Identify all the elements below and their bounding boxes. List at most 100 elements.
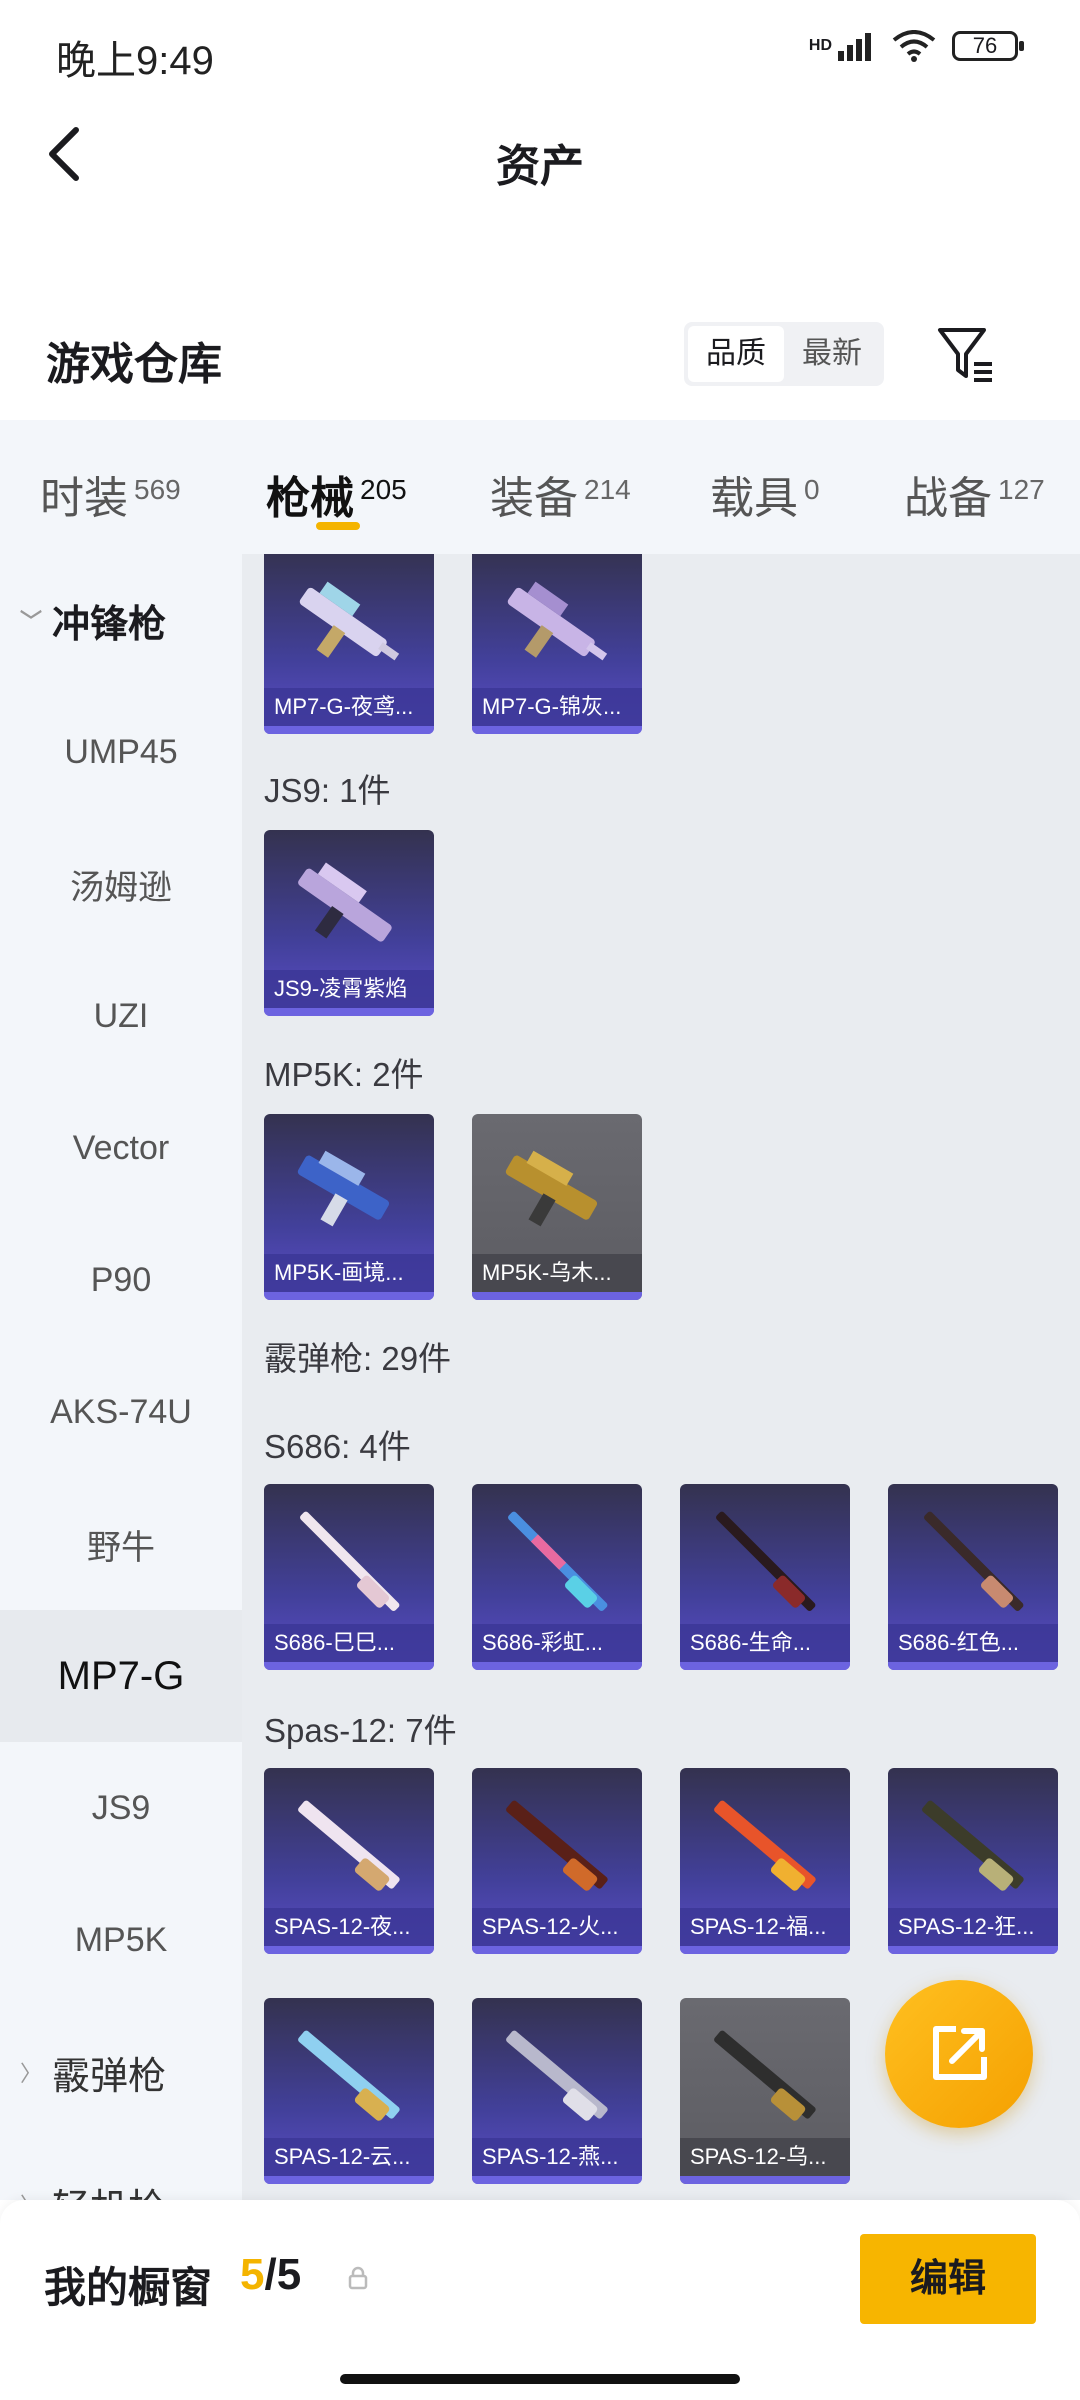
sort-quality-button[interactable]: 品质: [688, 326, 784, 382]
item-card-label: MP7-G-夜鸢...: [264, 688, 434, 726]
sidebar-item-mp5k[interactable]: MP5K: [0, 1874, 242, 2006]
showcase-count: 5/5: [240, 2250, 301, 2300]
sidebar-item-aks74u[interactable]: AKS-74U: [0, 1346, 242, 1478]
category-tabs: 时装 569 枪械 205 装备 214 载具 0 战备 127: [0, 420, 1080, 554]
lock-icon: [348, 2266, 368, 2290]
showcase-current: 5: [240, 2250, 265, 2299]
item-card-label: MP5K-画境...: [264, 1254, 434, 1292]
weapon-shotgun-icon: [298, 1800, 400, 1891]
item-card[interactable]: S686-巳巳...: [264, 1484, 434, 1670]
item-card[interactable]: S686-生命...: [680, 1484, 850, 1670]
weapon-shotgun-icon: [508, 1511, 608, 1611]
item-card[interactable]: MP5K-乌木...: [472, 1114, 642, 1300]
tab-fashion[interactable]: 时装 569: [40, 462, 181, 526]
edit-button[interactable]: 编辑: [860, 2234, 1036, 2324]
item-card[interactable]: SPAS-12-火...: [472, 1768, 642, 1954]
item-card[interactable]: SPAS-12-福...: [680, 1768, 850, 1954]
item-card-label: S686-巳巳...: [264, 1624, 434, 1662]
weapon-smg-icon: [507, 581, 608, 661]
weapon-shotgun-icon: [506, 1800, 608, 1891]
tab-equipment[interactable]: 装备 214: [490, 462, 631, 526]
status-icons: HD 76: [809, 30, 1024, 62]
tab-combat-gear[interactable]: 战备 127: [904, 462, 1045, 526]
item-card[interactable]: SPAS-12-乌...: [680, 1998, 850, 2184]
tab-label: 载具: [710, 474, 798, 523]
sidebar-item-bizon[interactable]: 野牛: [0, 1478, 242, 1610]
item-card[interactable]: SPAS-12-云...: [264, 1998, 434, 2184]
status-bar: 晚上9:49 HD 76: [0, 0, 1080, 100]
item-card-label: MP7-G-锦灰...: [472, 688, 642, 726]
item-card[interactable]: MP7-G-锦灰...: [472, 554, 642, 734]
sidebar-item-p90[interactable]: P90: [0, 1214, 242, 1346]
weapon-shotgun-icon: [922, 1800, 1024, 1891]
weapon-shotgun-icon: [298, 2030, 400, 2121]
showcase-title: 我的橱窗: [44, 2264, 213, 2311]
sidebar-group-smg[interactable]: ﹀ 冲锋枪: [0, 554, 242, 686]
chevron-right-icon: 〉: [20, 2188, 52, 2200]
tab-count: 214: [584, 474, 631, 505]
item-card-label: SPAS-12-福...: [680, 1908, 850, 1946]
share-fab-button[interactable]: [885, 1980, 1033, 2128]
tab-count: 127: [998, 474, 1045, 505]
tab-label: 战备: [904, 474, 992, 523]
section-heading-shotgun: 霰弹枪: 29件: [264, 1340, 452, 1377]
item-card[interactable]: S686-红色...: [888, 1484, 1058, 1670]
weapon-sidebar: ﹀ 冲锋枪 UMP45 汤姆逊 UZI Vector P90 AKS-74U 野牛…: [0, 554, 242, 2200]
active-tab-indicator: [316, 522, 360, 530]
weapon-smg-icon: [297, 1150, 390, 1227]
item-card[interactable]: SPAS-12-夜...: [264, 1768, 434, 1954]
item-card[interactable]: SPAS-12-狂...: [888, 1768, 1058, 1954]
sidebar-item-uzi[interactable]: UZI: [0, 950, 242, 1082]
item-card-label: SPAS-12-狂...: [888, 1908, 1058, 1946]
sidebar-item-thompson[interactable]: 汤姆逊: [0, 818, 242, 950]
item-card[interactable]: S686-彩虹...: [472, 1484, 642, 1670]
tab-count: 0: [804, 474, 820, 505]
weapon-smg-icon: [298, 862, 392, 942]
chevron-down-icon: ﹀: [20, 609, 43, 634]
filter-icon[interactable]: [932, 320, 998, 386]
page-title: 资产: [496, 142, 584, 191]
weapon-shotgun-icon: [714, 1800, 816, 1891]
home-indicator: [340, 2374, 740, 2384]
item-card[interactable]: SPAS-12-燕...: [472, 1998, 642, 2184]
sidebar-item-js9[interactable]: JS9: [0, 1742, 242, 1874]
tab-count: 205: [360, 474, 407, 505]
sort-toggle: 品质 最新: [684, 322, 884, 386]
section-heading-js9: JS9: 1件: [264, 772, 391, 809]
tab-vehicles[interactable]: 载具 0: [710, 462, 820, 526]
item-card[interactable]: MP7-G-夜鸢...: [264, 554, 434, 734]
item-card[interactable]: JS9-凌霄紫焰: [264, 830, 434, 1016]
sidebar-item-mp7g[interactable]: MP7-G: [0, 1610, 242, 1742]
weapon-shotgun-icon: [924, 1511, 1024, 1611]
cell-signal-icon: [838, 33, 871, 61]
item-card[interactable]: MP5K-画境...: [264, 1114, 434, 1300]
showcase-bar: 我的橱窗 5/5 编辑: [0, 2200, 1080, 2400]
item-card-label: SPAS-12-乌...: [680, 2138, 850, 2176]
sidebar-group-shotgun[interactable]: 〉霰弹枪: [0, 2006, 242, 2138]
status-time: 晚上9:49: [56, 39, 214, 83]
app-header: 资产: [0, 100, 1080, 210]
tab-label: 装备: [490, 474, 578, 523]
tab-guns[interactable]: 枪械 205: [266, 462, 407, 526]
item-card-label: SPAS-12-火...: [472, 1908, 642, 1946]
item-grid: MP7-G-夜鸢... MP7-G-锦灰... JS9: 1件 JS9-凌霄紫焰…: [242, 554, 1080, 2200]
item-card-label: S686-彩虹...: [472, 1624, 642, 1662]
weapon-shotgun-icon: [300, 1511, 400, 1611]
item-card-label: S686-红色...: [888, 1624, 1058, 1662]
sidebar-item-vector[interactable]: Vector: [0, 1082, 242, 1214]
sort-newest-button[interactable]: 最新: [784, 326, 880, 382]
item-card-label: SPAS-12-燕...: [472, 2138, 642, 2176]
sidebar-item-ump45[interactable]: UMP45: [0, 686, 242, 818]
section-heading-mp5k: MP5K: 2件: [264, 1056, 424, 1093]
sidebar-group-label: 轻机枪: [52, 2177, 166, 2201]
weapon-smg-icon: [505, 1150, 598, 1227]
battery-icon: 76: [952, 31, 1024, 61]
sidebar-group-lmg[interactable]: 〉轻机枪: [0, 2138, 242, 2201]
tab-label: 时装: [40, 474, 128, 523]
showcase-total: /5: [264, 2250, 302, 2299]
weapon-smg-icon: [299, 581, 400, 661]
item-card-label: JS9-凌霄紫焰: [264, 970, 434, 1008]
sidebar-group-label: 霰弹枪: [52, 2055, 167, 2098]
section-heading-spas12: Spas-12: 7件: [264, 1712, 457, 1749]
item-card-label: SPAS-12-夜...: [264, 1908, 434, 1946]
